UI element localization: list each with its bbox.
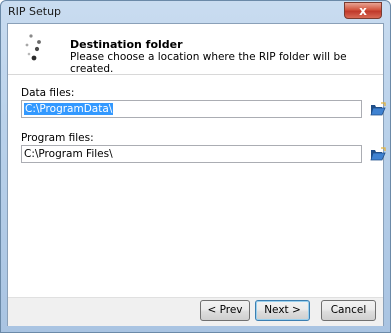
program-files-input[interactable]: C:\Program Files\ [21, 145, 362, 163]
program-files-label: Program files: [21, 132, 94, 144]
title-bar[interactable]: RIP Setup x [1, 1, 390, 23]
wizard-header: Destination folder Please choose a locat… [8, 24, 383, 75]
dialog-client-area: Destination folder Please choose a locat… [7, 23, 386, 326]
close-button[interactable]: x [344, 2, 382, 19]
data-files-label: Data files: [21, 87, 75, 99]
folder-open-icon[interactable] [370, 102, 386, 116]
button-bar: < Prev Next > Cancel [8, 297, 383, 326]
folder-open-icon[interactable] [370, 147, 386, 161]
wizard-body: Data files: C:\ProgramData\ Program file… [8, 75, 386, 297]
next-button[interactable]: Next > [255, 300, 310, 321]
data-files-input[interactable]: C:\ProgramData\ [21, 100, 362, 118]
window-title: RIP Setup [8, 5, 62, 18]
page-subtitle: Please choose a location where the RIP f… [70, 51, 347, 75]
cancel-button[interactable]: Cancel [321, 300, 376, 321]
prev-button[interactable]: < Prev [200, 300, 250, 321]
page-title: Destination folder [70, 38, 183, 51]
spinner-dots-icon [25, 34, 41, 61]
data-files-value: C:\ProgramData\ [24, 103, 114, 115]
setup-window: RIP Setup x Destination folder Please ch… [0, 0, 391, 333]
